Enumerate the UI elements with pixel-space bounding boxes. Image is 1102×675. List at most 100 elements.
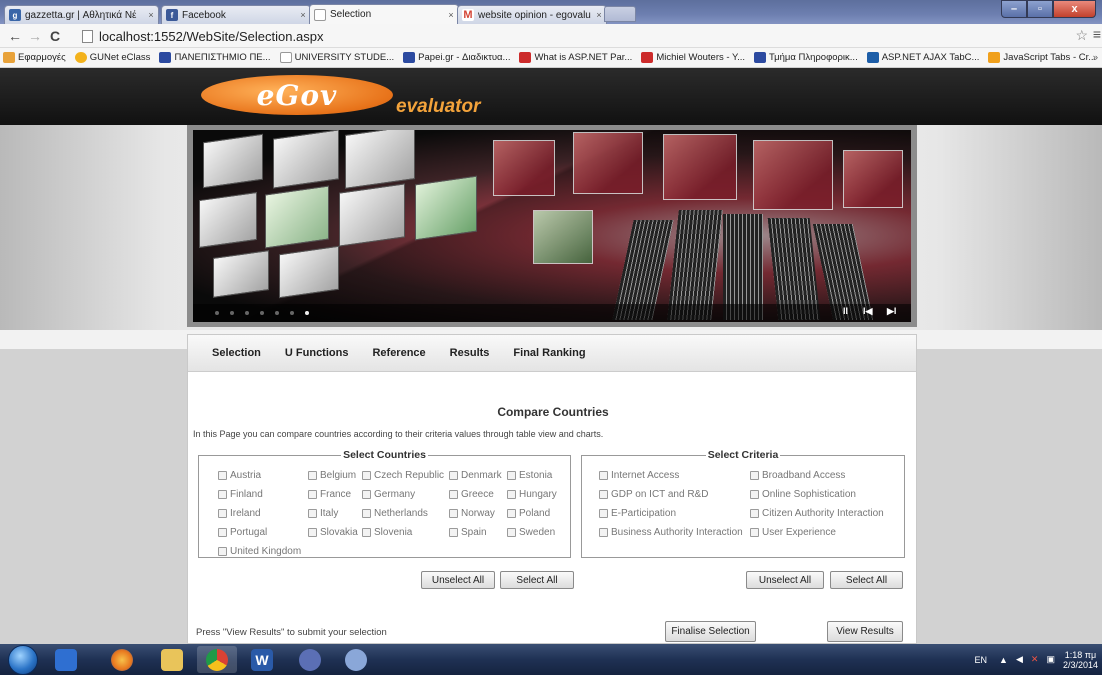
forward-button[interactable]: → <box>28 27 42 45</box>
bookmark-js-tabs[interactable]: JavaScript Tabs - Cr... <box>988 52 1096 63</box>
checkbox-box[interactable] <box>218 490 227 499</box>
checkbox-slovakia[interactable]: Slovakia <box>308 527 358 538</box>
bookmark-university[interactable]: ΠΑΝΕΠΙΣΤΗΜΙΟ ΠΕ... <box>159 52 271 63</box>
checkbox-box[interactable] <box>449 528 458 537</box>
volume-icon[interactable]: ◀ <box>1016 654 1023 665</box>
slide-dot[interactable] <box>245 311 249 315</box>
checkbox-hungary[interactable]: Hungary <box>507 489 557 500</box>
checkbox-netherlands[interactable]: Netherlands <box>362 508 428 519</box>
countries-unselect-all-button[interactable]: Unselect All <box>421 571 495 589</box>
start-button[interactable] <box>8 645 38 675</box>
checkbox-box[interactable] <box>362 528 371 537</box>
checkbox-germany[interactable]: Germany <box>362 489 415 500</box>
checkbox-united-kingdom[interactable]: United Kingdom <box>218 546 301 557</box>
bookmark-apps[interactable]: Εφαρμογές <box>3 52 66 63</box>
next-icon[interactable]: ▶I <box>887 306 896 317</box>
checkbox-norway[interactable]: Norway <box>449 508 495 519</box>
checkbox-internet-access[interactable]: Internet Access <box>599 470 679 481</box>
checkbox-e-participation[interactable]: E-Participation <box>599 508 676 519</box>
checkbox-ireland[interactable]: Ireland <box>218 508 261 519</box>
taskbar-app[interactable] <box>336 646 376 673</box>
checkbox-italy[interactable]: Italy <box>308 508 338 519</box>
checkbox-box[interactable] <box>599 471 608 480</box>
taskbar-app[interactable] <box>102 646 142 673</box>
checkbox-box[interactable] <box>599 528 608 537</box>
reload-button[interactable]: C <box>50 27 60 45</box>
bookmark-ajax-tabs[interactable]: ASP.NET AJAX TabC... <box>866 52 979 63</box>
checkbox-box[interactable] <box>308 528 317 537</box>
taskbar-app[interactable] <box>46 646 86 673</box>
checkbox-box[interactable] <box>218 471 227 480</box>
checkbox-estonia[interactable]: Estonia <box>507 470 552 481</box>
finalise-selection-button[interactable]: Finalise Selection <box>665 621 756 642</box>
menu-final-ranking[interactable]: Final Ranking <box>513 347 585 359</box>
checkbox-box[interactable] <box>507 490 516 499</box>
taskbar-app[interactable] <box>152 646 192 673</box>
checkbox-box[interactable] <box>507 471 516 480</box>
checkbox-box[interactable] <box>362 471 371 480</box>
checkbox-box[interactable] <box>308 471 317 480</box>
action-center-icon[interactable]: ▣ <box>1046 654 1055 665</box>
checkbox-box[interactable] <box>507 528 516 537</box>
close-window-button[interactable]: x <box>1053 0 1096 18</box>
checkbox-denmark[interactable]: Denmark <box>449 470 502 481</box>
slide-dot[interactable] <box>230 311 234 315</box>
checkbox-box[interactable] <box>218 547 227 556</box>
back-button[interactable]: ← <box>8 27 22 45</box>
clock[interactable]: 1:18 πμ 2/3/2014 <box>1063 650 1098 670</box>
pause-icon[interactable]: II <box>843 306 848 316</box>
checkbox-box[interactable] <box>362 490 371 499</box>
bookmarks-overflow-button[interactable]: » <box>1093 52 1098 63</box>
slide-dot[interactable] <box>215 311 219 315</box>
slide-dot[interactable] <box>275 311 279 315</box>
checkbox-box[interactable] <box>218 509 227 518</box>
taskbar-app[interactable]: W <box>242 646 282 673</box>
bookmark-informatics[interactable]: Τμήμα Πληροφορικ... <box>754 52 858 63</box>
checkbox-box[interactable] <box>750 471 759 480</box>
checkbox-box[interactable] <box>308 490 317 499</box>
criteria-select-all-button[interactable]: Select All <box>830 571 903 589</box>
checkbox-france[interactable]: France <box>308 489 351 500</box>
checkbox-box[interactable] <box>218 528 227 537</box>
slide-dot[interactable] <box>290 311 294 315</box>
taskbar-app[interactable] <box>290 646 330 673</box>
taskbar-app-active[interactable] <box>197 646 237 673</box>
bookmark-papei[interactable]: Papei.gr - Διαδικτυα... <box>403 52 510 63</box>
checkbox-austria[interactable]: Austria <box>218 470 261 481</box>
network-icon[interactable]: ✕ <box>1031 654 1039 665</box>
menu-u-functions[interactable]: U Functions <box>285 347 349 359</box>
close-icon[interactable]: × <box>444 10 458 20</box>
url-input[interactable]: localhost:1552/WebSite/Selection.aspx <box>82 27 1052 45</box>
maximize-button[interactable]: ▫ <box>1027 0 1053 18</box>
browser-menu-icon[interactable]: ≡ <box>1093 26 1101 42</box>
checkbox-czech-republic[interactable]: Czech Republic <box>362 470 444 481</box>
checkbox-box[interactable] <box>750 528 759 537</box>
bookmark-gunet[interactable]: GUNet eClass <box>74 52 150 63</box>
bookmark-michiel[interactable]: Michiel Wouters - Y... <box>641 52 745 63</box>
checkbox-box[interactable] <box>599 509 608 518</box>
criteria-unselect-all-button[interactable]: Unselect All <box>746 571 824 589</box>
tab-facebook[interactable]: f Facebook × <box>161 5 311 24</box>
close-icon[interactable]: × <box>296 10 310 20</box>
show-hidden-icons-icon[interactable]: ▲ <box>999 655 1008 665</box>
checkbox-slovenia[interactable]: Slovenia <box>362 527 412 538</box>
checkbox-box[interactable] <box>362 509 371 518</box>
bookmark-star-icon[interactable]: ☆ <box>1075 27 1088 44</box>
bookmark-university-students[interactable]: UNIVERSITY STUDE... <box>279 52 394 63</box>
checkbox-sweden[interactable]: Sweden <box>507 527 555 538</box>
tab-selection[interactable]: Selection × <box>309 4 459 24</box>
menu-results[interactable]: Results <box>450 347 490 359</box>
checkbox-gdp-ict-rd[interactable]: GDP on ICT and R&D <box>599 489 708 500</box>
new-tab-button[interactable] <box>604 6 636 22</box>
checkbox-box[interactable] <box>599 490 608 499</box>
checkbox-box[interactable] <box>449 471 458 480</box>
checkbox-box[interactable] <box>308 509 317 518</box>
bookmark-aspnet-video[interactable]: What is ASP.NET Par... <box>519 52 632 63</box>
menu-selection[interactable]: Selection <box>212 347 261 359</box>
view-results-button[interactable]: View Results <box>827 621 903 642</box>
checkbox-finland[interactable]: Finland <box>218 489 263 500</box>
checkbox-poland[interactable]: Poland <box>507 508 550 519</box>
checkbox-box[interactable] <box>449 509 458 518</box>
checkbox-box[interactable] <box>750 509 759 518</box>
slide-dot-active[interactable] <box>305 311 309 315</box>
